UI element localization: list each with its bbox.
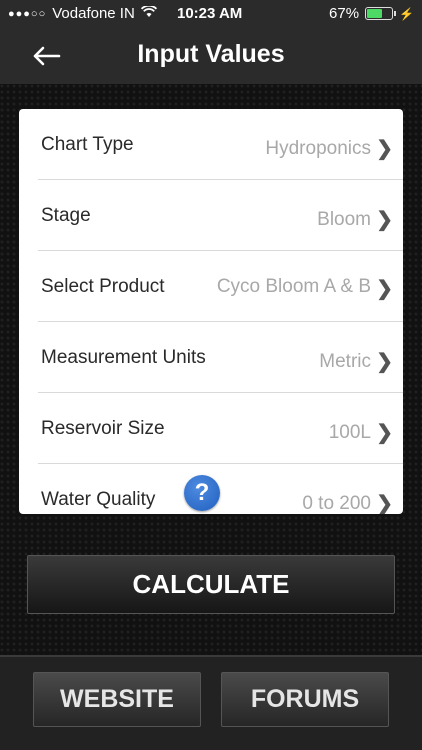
row-water-quality[interactable]: Water Quality ? 0 to 200 ❯ [19,464,403,514]
website-button[interactable]: WEBSITE [33,672,201,727]
row-select-product[interactable]: Select Product Cyco Bloom A & B ❯ [19,251,403,322]
bottom-bar: WEBSITE FORUMS [0,655,422,750]
row-label: Select Product [41,276,165,297]
status-bar: ●●●○○ Vodafone IN 10:23 AM 67% ⚡ [0,0,422,28]
battery-tip [394,11,397,16]
help-icon[interactable]: ? [184,475,220,511]
carrier-name: Vodafone IN [52,5,135,22]
status-left: ●●●○○ Vodafone IN [8,4,157,22]
row-label: Measurement Units [41,347,206,368]
status-time: 10:23 AM [177,5,243,22]
chevron-right-icon: ❯ [376,351,393,373]
signal-icon: ●●●○○ [8,7,47,20]
chevron-right-icon: ❯ [376,209,393,231]
row-reservoir-size[interactable]: Reservoir Size 100L ❯ [19,393,403,464]
row-label: Stage [41,205,91,226]
row-chart-type[interactable]: Chart Type Hydroponics ❯ [19,109,403,180]
row-label: Reservoir Size [41,418,165,439]
row-value: Metric [319,351,371,372]
battery-icon [365,7,394,20]
row-value: 0 to 200 [302,493,371,514]
row-value: 100L [328,422,371,443]
row-value: Hydroponics [265,138,371,159]
battery-fill [367,9,383,18]
bolt-icon: ⚡ [399,6,414,21]
wifi-icon [140,4,157,21]
chevron-right-icon: ❯ [376,493,393,514]
row-value: Cyco Bloom A & B [216,276,371,297]
input-values-card: Chart Type Hydroponics ❯ Stage Bloom ❯ S… [19,109,403,514]
nav-bar: Input Values [0,28,422,84]
forums-button[interactable]: FORUMS [221,672,389,727]
calculate-button[interactable]: CALCULATE [27,555,395,614]
row-value: Bloom [317,209,371,230]
row-label: Water Quality [41,489,156,510]
chevron-right-icon: ❯ [376,422,393,444]
battery-percent: 67% [329,5,360,22]
row-measurement-units[interactable]: Measurement Units Metric ❯ [19,322,403,393]
row-label: Chart Type [41,134,134,155]
chevron-right-icon: ❯ [376,138,393,160]
page-title: Input Values [137,40,285,68]
status-right: 67% ⚡ [329,5,414,22]
chevron-right-icon: ❯ [376,278,393,300]
row-stage[interactable]: Stage Bloom ❯ [19,180,403,251]
